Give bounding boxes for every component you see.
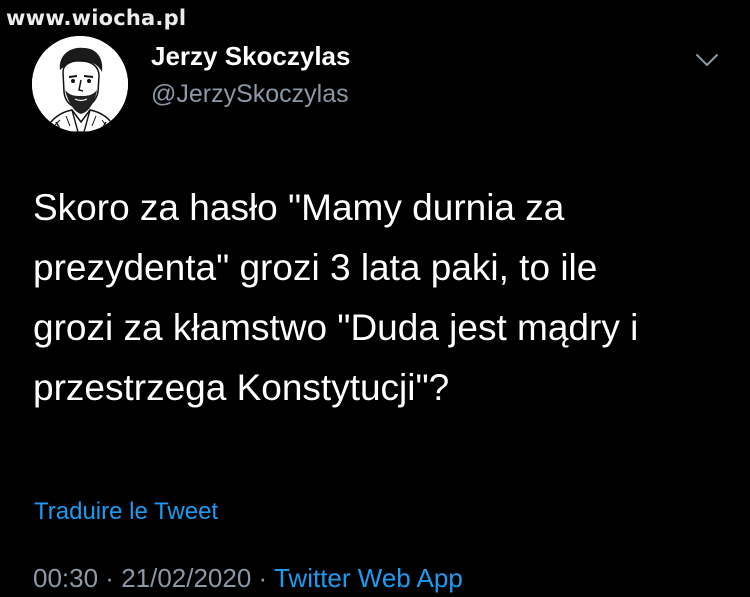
tweet-source-link[interactable]: Twitter Web App xyxy=(274,563,463,593)
author-handle[interactable]: @JerzySkoczylas xyxy=(151,80,349,109)
tweet-line: prezydenta" grozi 3 lata paki, to ile xyxy=(33,247,598,288)
portrait-sketch-icon xyxy=(32,36,128,132)
tweet-metadata: 00:30 · 21/02/2020 · Twitter Web App xyxy=(33,563,463,594)
tweet-time: 00:30 xyxy=(33,563,99,593)
translate-tweet-link[interactable]: Traduire le Tweet xyxy=(34,498,218,526)
tweet-date: 21/02/2020 xyxy=(121,563,252,593)
tweet-text: Skoro za hasło "Mamy durnia za prezydent… xyxy=(33,178,723,418)
tweet-line: przestrzega Konstytucji"? xyxy=(33,367,450,408)
tweet-line: Skoro za hasło "Mamy durnia za xyxy=(33,187,565,228)
author-display-name[interactable]: Jerzy Skoczylas xyxy=(151,41,350,72)
watermark: www.wiocha.pl xyxy=(6,6,187,30)
meta-separator: · xyxy=(251,563,274,593)
tweet-line: grozi za kłamstwo "Duda jest mądry i xyxy=(33,307,639,348)
avatar[interactable] xyxy=(32,36,128,132)
meta-separator: · xyxy=(98,563,122,593)
chevron-down-icon[interactable] xyxy=(693,50,721,70)
